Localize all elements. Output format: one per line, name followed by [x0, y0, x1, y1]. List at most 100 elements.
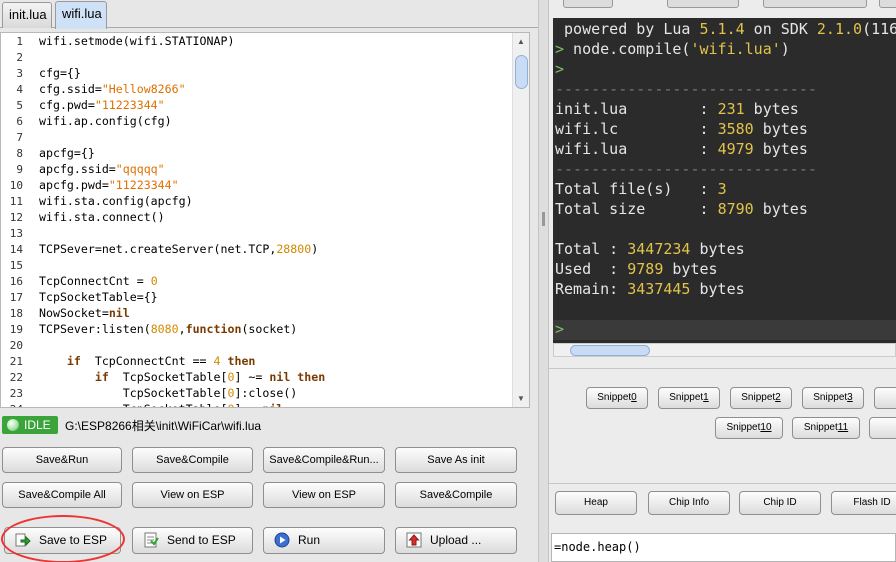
snippet-button[interactable]: Snippet1: [658, 387, 720, 409]
send-to-esp-label: Send to ESP: [167, 533, 236, 547]
code-line[interactable]: TcpSocketTable={}: [39, 290, 158, 304]
run-button[interactable]: Run: [263, 527, 385, 554]
terminal-line: wifi.lc : 3580 bytes: [555, 120, 808, 138]
chip-info-button[interactable]: Chip Info: [648, 491, 730, 515]
run-icon: [274, 532, 290, 548]
code-line[interactable]: wifi.sta.connect(): [39, 210, 165, 224]
snippet-button[interactable]: Snippet0: [586, 387, 648, 409]
terminal-output[interactable]: powered by Lua 5.1.4 on SDK 2.1.0(116 > n…: [553, 18, 896, 343]
code-line[interactable]: TcpSocketTable[0] = nil: [39, 402, 284, 407]
code-line[interactable]: wifi.setmode(wifi.STATIONAP): [39, 34, 234, 48]
line-number: 18: [9, 307, 23, 320]
code-line[interactable]: NowSocket=nil: [39, 306, 130, 320]
line-number: 21: [9, 355, 23, 368]
code-line[interactable]: cfg.pwd="11223344": [39, 98, 165, 112]
line-number: 16: [9, 275, 23, 288]
code-line[interactable]: TCPSever:listen(8080,function(socket): [39, 322, 297, 336]
tab-wifi-lua[interactable]: wifi.lua: [55, 1, 107, 29]
send-to-esp-button[interactable]: Send to ESP: [132, 527, 253, 554]
tab-init-lua[interactable]: init.lua: [2, 2, 52, 28]
control-panel: Heap Chip Info Chip ID Flash ID: [549, 483, 896, 523]
line-number: 4: [16, 83, 23, 96]
code-line[interactable]: if TcpSocketTable[0] ~= nil then: [39, 370, 325, 384]
line-number: 7: [16, 131, 23, 144]
terminal-scroll-thumb[interactable]: [570, 345, 650, 356]
view-on-esp-button[interactable]: View on ESP: [132, 482, 253, 508]
code-editor[interactable]: 123456789101112131415161718192021222324 …: [0, 32, 530, 408]
upload-icon: [406, 532, 422, 548]
save-compile-all-button[interactable]: Save&Compile All: [2, 482, 122, 508]
splitter-grip-icon[interactable]: [542, 212, 545, 226]
terminal-line: >: [555, 320, 565, 338]
heap-button[interactable]: Heap: [555, 491, 637, 515]
toolbar-button-fragment-4[interactable]: [879, 0, 896, 8]
line-number: 8: [16, 147, 23, 160]
code-line[interactable]: TcpConnectCnt = 0: [39, 274, 158, 288]
save-compile-button[interactable]: Save&Compile: [132, 447, 253, 473]
snippet-label: Snippet: [741, 392, 776, 403]
terminal-line: Total : 3447234 bytes: [555, 240, 745, 258]
snippet-mnemonic: 10: [760, 422, 772, 433]
snippet-button[interactable]: Snippet10: [715, 417, 783, 439]
code-line[interactable]: TcpSocketTable[0]:close(): [39, 386, 298, 400]
line-number: 17: [9, 291, 23, 304]
save-compile-run-button[interactable]: Save&Compile&Run...: [263, 447, 385, 473]
snippet-label: Snippet: [813, 392, 848, 403]
terminal-line: -----------------------------: [555, 160, 817, 178]
line-number: 14: [9, 243, 23, 256]
status-led-icon: [7, 419, 19, 431]
line-number: 6: [16, 115, 23, 128]
scroll-down-icon[interactable]: ▼: [517, 394, 525, 403]
top-toolbar-fragment: [549, 0, 896, 14]
line-number: 9: [16, 163, 23, 176]
save-as-init-button[interactable]: Save As init: [395, 447, 517, 473]
editor-vertical-scrollbar[interactable]: ▲ ▼: [512, 33, 529, 407]
snippet-button[interactable]: Sn: [874, 387, 896, 409]
snippet-button[interactable]: Snippet3: [802, 387, 864, 409]
code-line[interactable]: cfg.ssid="Hellow8266": [39, 82, 186, 96]
snippet-label: Snippet: [597, 392, 632, 403]
chip-id-button[interactable]: Chip ID: [739, 491, 821, 515]
line-number: 2: [16, 51, 23, 64]
code-line[interactable]: apcfg.pwd="11223344": [39, 178, 179, 192]
view-on-esp-button-2[interactable]: View on ESP: [263, 482, 385, 508]
code-line[interactable]: cfg={}: [39, 66, 81, 80]
save-compile-button-2[interactable]: Save&Compile: [395, 482, 517, 508]
snippet-mnemonic: 11: [837, 422, 849, 433]
code-line[interactable]: wifi.ap.config(cfg): [39, 114, 172, 128]
toolbar-button-fragment-2[interactable]: [667, 0, 739, 8]
snippet-button[interactable]: Snippet11: [792, 417, 860, 439]
toolbar-button-fragment-3[interactable]: [763, 0, 867, 8]
flash-id-button[interactable]: Flash ID: [831, 491, 896, 515]
terminal-horizontal-scrollbar[interactable]: [553, 343, 896, 357]
terminal-input-line[interactable]: [553, 320, 896, 340]
terminal-line: wifi.lua : 4979 bytes: [555, 140, 808, 158]
line-number: 19: [9, 323, 23, 336]
save-run-button[interactable]: Save&Run: [2, 447, 122, 473]
line-number: 13: [9, 227, 23, 240]
run-label: Run: [298, 533, 321, 547]
terminal-line: >: [555, 60, 565, 78]
code-line[interactable]: if TcpConnectCnt == 4 then: [39, 354, 255, 368]
pane-splitter[interactable]: [538, 0, 549, 562]
line-number: 3: [16, 67, 23, 80]
snippet-button[interactable]: Sni: [869, 417, 896, 439]
toolbar-button-fragment-1[interactable]: [563, 0, 613, 8]
terminal-line: > node.compile('wifi.lua'): [555, 40, 790, 58]
terminal-pane: powered by Lua 5.1.4 on SDK 2.1.0(116 > n…: [549, 0, 896, 562]
code-line[interactable]: wifi.sta.config(apcfg): [39, 194, 193, 208]
upload-button[interactable]: Upload ...: [395, 527, 517, 554]
code-line[interactable]: TCPSever=net.createServer(net.TCP,28800): [39, 242, 318, 256]
command-input[interactable]: =node.heap(): [551, 533, 896, 562]
code-line[interactable]: apcfg.ssid="qqqqq": [39, 162, 165, 176]
status-bar: IDLE G:\ESP8266相关\init\WiFiCar\wifi.lua: [0, 414, 538, 436]
terminal-line: Total size : 8790 bytes: [555, 200, 808, 218]
snippet-panel: Snippet0 Snippet1 Snippet2 Snippet3 Sn Snippe…: [549, 368, 896, 473]
line-number: 23: [9, 387, 23, 400]
line-number: 1: [16, 35, 23, 48]
editor-scroll-thumb[interactable]: [515, 55, 528, 89]
scroll-up-icon[interactable]: ▲: [517, 37, 525, 46]
snippet-button[interactable]: Snippet2: [730, 387, 792, 409]
line-number-gutter: 123456789101112131415161718192021222324: [1, 33, 33, 407]
code-line[interactable]: apcfg={}: [39, 146, 95, 160]
